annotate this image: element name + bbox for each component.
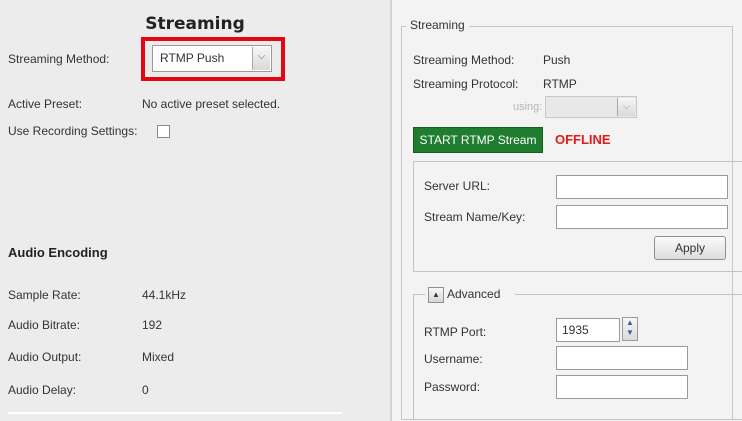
- audio-bitrate-value: 192: [142, 318, 163, 332]
- audio-encoding-heading: Audio Encoding: [8, 245, 108, 260]
- audio-output-label: Audio Output:: [8, 350, 82, 364]
- stream-key-input[interactable]: [556, 205, 728, 229]
- chevron-down-icon[interactable]: ⌵: [617, 98, 635, 116]
- right-panel: Streaming Streaming Method: Push Streami…: [392, 0, 742, 421]
- rtmp-port-label: RTMP Port:: [424, 325, 487, 339]
- apply-button[interactable]: Apply: [654, 236, 726, 260]
- start-rtmp-stream-button[interactable]: START RTMP Stream: [413, 127, 543, 153]
- sample-rate-value: 44.1kHz: [142, 288, 187, 302]
- left-panel: Streaming Streaming Method: RTMP Push ⌵ …: [0, 0, 390, 421]
- advanced-header[interactable]: ▲ Advanced: [425, 285, 515, 303]
- username-label: Username:: [424, 352, 483, 366]
- streaming-method-label: Streaming Method:: [8, 52, 110, 66]
- bottom-divider: [8, 412, 342, 414]
- audio-output-value: Mixed: [142, 350, 175, 364]
- stream-status-badge: OFFLINE: [555, 132, 611, 147]
- use-recording-settings-label: Use Recording Settings:: [8, 124, 138, 138]
- streaming-method-label: Streaming Method:: [413, 53, 515, 67]
- audio-bitrate-label: Audio Bitrate:: [8, 318, 81, 332]
- spinner-arrows-icon[interactable]: ▲ ▼: [622, 317, 638, 341]
- streaming-protocol-value: RTMP: [543, 77, 577, 91]
- rtmp-port-value: 1935: [562, 323, 589, 337]
- using-select[interactable]: ⌵: [545, 96, 637, 118]
- password-input[interactable]: [556, 375, 688, 399]
- sample-rate-label: Sample Rate:: [8, 288, 81, 302]
- password-label: Password:: [424, 380, 481, 394]
- rtmp-port-input[interactable]: 1935: [556, 318, 620, 342]
- streaming-group-title: Streaming: [406, 18, 469, 32]
- audio-delay-value: 0: [142, 383, 149, 397]
- stream-key-label: Stream Name/Key:: [424, 210, 526, 224]
- use-recording-settings-checkbox[interactable]: [157, 125, 170, 138]
- collapse-up-icon[interactable]: ▲: [428, 287, 444, 303]
- using-label: using:: [513, 101, 543, 113]
- server-url-input[interactable]: [556, 175, 728, 199]
- username-input[interactable]: [556, 346, 688, 370]
- streaming-protocol-label: Streaming Protocol:: [413, 77, 519, 91]
- active-preset-value: No active preset selected.: [142, 97, 281, 111]
- streaming-method-value: Push: [543, 53, 571, 67]
- server-url-label: Server URL:: [424, 179, 491, 193]
- highlight-box: [141, 37, 285, 81]
- active-preset-label: Active Preset:: [8, 97, 83, 111]
- advanced-title: Advanced: [447, 287, 501, 301]
- audio-delay-label: Audio Delay:: [8, 383, 77, 397]
- panel-title: Streaming: [145, 14, 245, 34]
